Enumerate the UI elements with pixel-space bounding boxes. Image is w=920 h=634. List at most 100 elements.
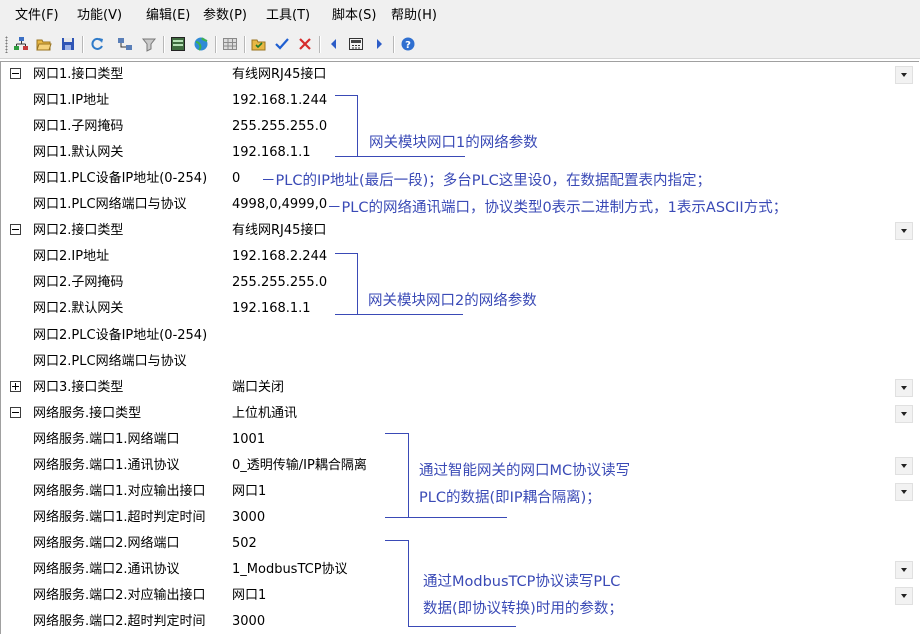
toolbar-separator: [215, 36, 217, 53]
toolbar-separator: [244, 36, 246, 53]
dropdown-arrow-icon[interactable]: [895, 404, 913, 423]
property-name: 网口1.PLC设备IP地址(0-254): [33, 171, 208, 187]
collapse-icon[interactable]: [10, 224, 21, 236]
property-value[interactable]: 192.168.2.244: [232, 249, 327, 265]
property-row[interactable]: 网口1.IP地址 192.168.1.244: [1, 88, 919, 114]
group-row[interactable]: 网络服务.接口类型 上位机通讯: [1, 401, 919, 427]
annotation-mc-line1: 通过智能网关的网口MC协议读写: [419, 463, 631, 479]
bracket-line: [357, 253, 358, 314]
toolbar-separator: [319, 36, 321, 53]
dropdown-arrow-icon[interactable]: [895, 482, 913, 501]
bracket-line: [408, 540, 409, 626]
property-row[interactable]: 网络服务.端口2.网络端口 502: [1, 531, 919, 557]
property-row[interactable]: 网口2.IP地址 192.168.2.244: [1, 244, 919, 270]
property-name: 网络服务.端口1.通讯协议: [33, 457, 180, 473]
property-value[interactable]: 0_透明传输/IP耦合隔离: [232, 458, 367, 474]
dropdown-arrow-icon[interactable]: [895, 456, 913, 475]
dropdown-arrow-icon[interactable]: [895, 587, 913, 605]
property-value[interactable]: 192.168.1.1: [232, 145, 311, 161]
network-icon[interactable]: [115, 34, 135, 54]
dropdown-arrow-icon[interactable]: [895, 222, 913, 241]
property-value[interactable]: 有线网RJ45接口: [232, 67, 326, 83]
arrow-left-icon[interactable]: [324, 34, 344, 54]
menu-file[interactable]: 文件(F): [15, 8, 59, 24]
bracket-line: [335, 314, 463, 315]
property-row[interactable]: 网口2.PLC设备IP地址(0-254): [1, 323, 919, 349]
property-name: 网口2.PLC设备IP地址(0-254): [33, 327, 208, 343]
menu-params[interactable]: 参数(P): [203, 8, 247, 24]
menu-help[interactable]: 帮助(H): [391, 8, 437, 24]
bracket-line: [408, 626, 516, 627]
property-name: 网口3.接口类型: [33, 379, 124, 395]
save-icon[interactable]: [58, 34, 78, 54]
property-value[interactable]: 上位机通讯: [232, 406, 297, 422]
property-name: 网络服务.端口2.对应输出接口: [33, 588, 206, 603]
group-row[interactable]: 网口3.接口类型 端口关闭: [1, 375, 919, 401]
calculator-icon[interactable]: [346, 34, 366, 54]
property-name: 网络服务.端口1.网络端口: [33, 431, 180, 447]
bracket-line: [408, 433, 409, 517]
property-value[interactable]: 1001: [232, 432, 265, 448]
folder-check-icon[interactable]: [249, 34, 269, 54]
group-row[interactable]: 网口1.接口类型 有线网RJ45接口: [1, 62, 919, 88]
property-name: 网口1.IP地址: [33, 93, 110, 109]
annotation-plc-port: －PLC的网络通讯端口，协议类型0表示二进制方式，1表示ASCII方式；: [327, 200, 788, 216]
property-value[interactable]: 502: [232, 536, 257, 552]
property-name: 网口2.IP地址: [33, 249, 110, 265]
property-value[interactable]: 网口1: [232, 484, 266, 500]
property-name: 网口2.子网掩码: [33, 275, 124, 291]
panel-icon[interactable]: [168, 34, 188, 54]
property-value[interactable]: 有线网RJ45接口: [232, 223, 326, 239]
annotation-modbus-line1: 通过ModbusTCP协议读写PLC: [423, 574, 621, 590]
dropdown-arrow-icon[interactable]: [895, 560, 913, 579]
collapse-icon[interactable]: [10, 68, 21, 79]
group-row[interactable]: 网口2.接口类型 有线网RJ45接口: [1, 218, 919, 244]
property-value[interactable]: 3000: [232, 614, 265, 630]
filter-icon[interactable]: [139, 34, 159, 54]
property-name: 网络服务.端口1.超时判定时间: [33, 509, 206, 525]
collapse-icon[interactable]: [10, 406, 21, 418]
property-value[interactable]: 网口1: [232, 588, 266, 604]
toolbar-grip[interactable]: [5, 36, 8, 53]
help-icon[interactable]: ?: [398, 34, 418, 54]
property-name: 网络服务.端口2.超时判定时间: [33, 614, 206, 630]
grid-icon[interactable]: [220, 34, 240, 54]
annotation-port2-params: 网关模块网口2的网络参数: [368, 293, 537, 309]
property-name: 网口2.默认网关: [33, 301, 124, 317]
property-value[interactable]: 192.168.1.244: [232, 93, 327, 109]
property-value[interactable]: 1_ModbusTCP协议: [232, 562, 348, 578]
property-value[interactable]: 255.255.255.0: [232, 119, 327, 135]
property-value[interactable]: 3000: [232, 510, 265, 526]
property-name: 网络服务.端口2.通讯协议: [33, 561, 180, 577]
property-value[interactable]: 4998,0,4999,0: [232, 197, 327, 213]
property-name: 网口1.子网掩码: [33, 119, 124, 135]
bracket-line: [385, 517, 507, 518]
property-row[interactable]: 网络服务.端口1.网络端口 1001: [1, 427, 919, 453]
property-value[interactable]: 192.168.1.1: [232, 301, 311, 317]
menu-tools[interactable]: 工具(T): [266, 8, 310, 24]
menu-edit[interactable]: 编辑(E): [146, 8, 190, 24]
open-folder-icon[interactable]: [34, 34, 54, 54]
toolbar-separator: [82, 36, 84, 53]
property-row[interactable]: 网口2.PLC网络端口与协议: [1, 349, 919, 375]
menu-script[interactable]: 脚本(S): [332, 8, 376, 24]
property-value[interactable]: 端口关闭: [232, 380, 284, 396]
svg-text:?: ?: [405, 40, 411, 51]
cross-icon[interactable]: [295, 34, 315, 54]
toolbar-separator: [393, 36, 395, 53]
dropdown-arrow-icon[interactable]: [895, 66, 913, 84]
dropdown-arrow-icon[interactable]: [895, 378, 913, 397]
toolbar: ?: [0, 31, 920, 59]
refresh-icon[interactable]: [87, 34, 107, 54]
bracket-line: [335, 253, 357, 254]
globe-icon[interactable]: [191, 34, 211, 54]
bracket-line: [357, 95, 358, 156]
property-value[interactable]: 0: [232, 171, 240, 187]
checkmark-icon[interactable]: [272, 34, 292, 54]
menu-function[interactable]: 功能(V): [77, 8, 122, 24]
tree-icon[interactable]: [11, 34, 31, 54]
arrow-right-icon[interactable]: [369, 34, 389, 54]
property-value[interactable]: 255.255.255.0: [232, 275, 327, 291]
expand-icon[interactable]: [10, 380, 21, 392]
bracket-line: [335, 95, 357, 96]
